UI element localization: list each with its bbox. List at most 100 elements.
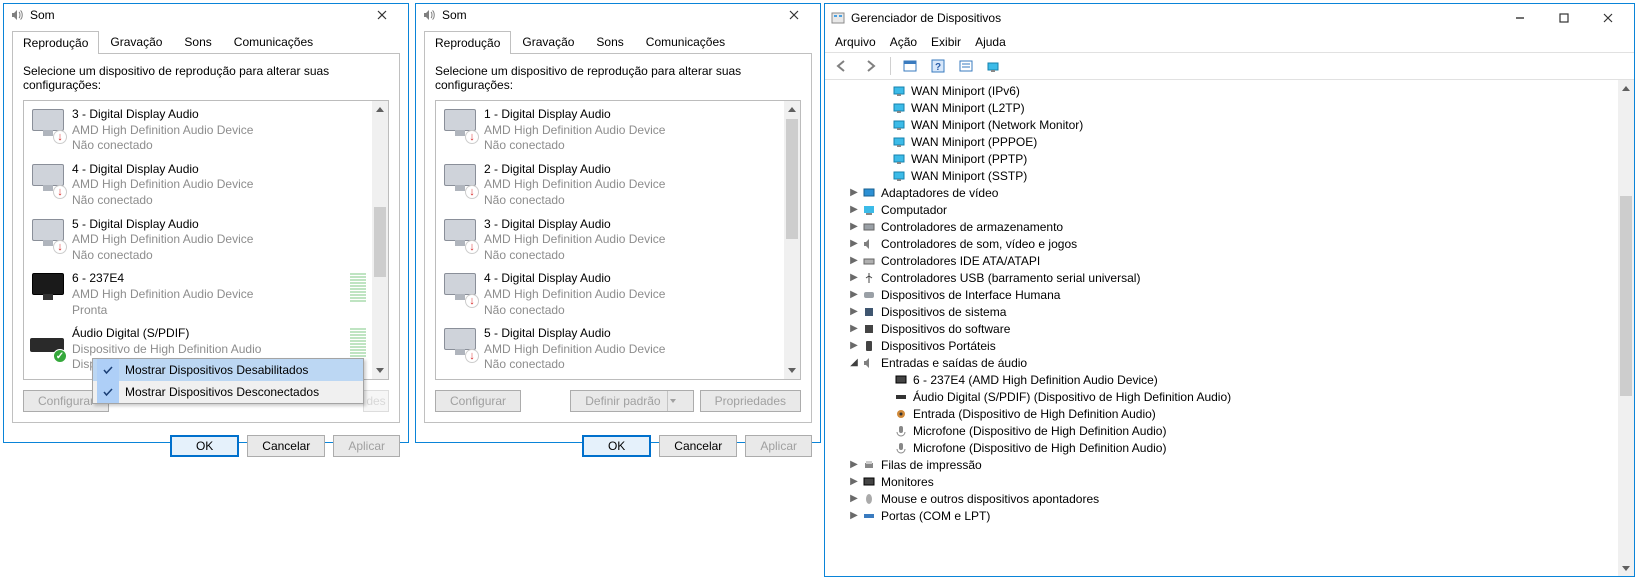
tree-node[interactable]: ▶ Dispositivos Portáteis [831, 337, 1618, 354]
tab-recording[interactable]: Gravação [99, 30, 173, 53]
device-tree[interactable]: WAN Miniport (IPv6) WAN Miniport (L2TP) … [825, 80, 1618, 576]
ok-button[interactable]: OK [170, 435, 239, 457]
caret-right-icon[interactable]: ▶ [847, 493, 861, 504]
caret-right-icon[interactable]: ▶ [847, 323, 861, 334]
tree-node[interactable]: ▶ Controladores de armazenamento [831, 218, 1618, 235]
device-row[interactable]: ↓ 5 - Digital Display Audio AMD High Def… [24, 213, 372, 268]
caret-right-icon[interactable]: ▶ [847, 238, 861, 249]
scrollbar[interactable] [372, 101, 388, 379]
tree-node[interactable]: ▶ Portas (COM e LPT) [831, 507, 1618, 524]
caret-down-icon[interactable]: ◢ [847, 357, 861, 368]
tree-node[interactable]: ▶ Controladores IDE ATA/ATAPI [831, 252, 1618, 269]
device-row[interactable]: ↓ 5 - Digital Display Audio AMD High Def… [436, 322, 784, 377]
tree-node[interactable]: WAN Miniport (IPv6) [831, 82, 1618, 99]
tree-node[interactable]: ▶ Controladores USB (barramento serial u… [831, 269, 1618, 286]
tree-node[interactable]: ▶ Monitores [831, 473, 1618, 490]
caret-right-icon[interactable]: ▶ [847, 289, 861, 300]
tab-sounds[interactable]: Sons [173, 30, 222, 53]
tree-node[interactable]: Microfone (Dispositivo de High Definitio… [831, 439, 1618, 456]
back-button[interactable] [831, 55, 855, 77]
menu-file[interactable]: Arquivo [835, 35, 876, 49]
scroll-up-icon[interactable] [784, 101, 800, 117]
help-button[interactable]: ? [926, 55, 950, 77]
caret-right-icon[interactable]: ▶ [847, 255, 861, 266]
device-row[interactable]: ↓ 3 - Digital Display Audio AMD High Def… [436, 213, 784, 268]
maximize-button[interactable] [1542, 7, 1586, 29]
close-button[interactable] [360, 4, 404, 26]
scroll-up-icon[interactable] [1618, 80, 1634, 96]
menu-show-disabled[interactable]: Mostrar Dispositivos Desabilitados [93, 359, 363, 381]
scrollbar[interactable] [1618, 80, 1634, 576]
set-default-button[interactable]: Definir padrão [570, 390, 693, 412]
tree-node[interactable]: ▶ Dispositivos do software [831, 320, 1618, 337]
device-row[interactable]: ↓ 4 - Digital Display Audio AMD High Def… [24, 158, 372, 213]
ok-button[interactable]: OK [582, 435, 651, 457]
device-row[interactable]: ↓ 4 - Digital Display Audio AMD High Def… [436, 267, 784, 322]
caret-right-icon[interactable]: ▶ [847, 340, 861, 351]
tree-node[interactable]: Entrada (Dispositivo de High Definition … [831, 405, 1618, 422]
tree-node[interactable]: WAN Miniport (Network Monitor) [831, 116, 1618, 133]
titlebar[interactable]: Gerenciador de Dispositivos [825, 4, 1634, 32]
cancel-button[interactable]: Cancelar [247, 435, 325, 457]
tree-node[interactable]: ▶ Filas de impressão [831, 456, 1618, 473]
tree-node[interactable]: ▶ Adaptadores de vídeo [831, 184, 1618, 201]
device-row[interactable]: ↓ 1 - Digital Display Audio AMD High Def… [436, 103, 784, 158]
caret-right-icon[interactable]: ▶ [847, 204, 861, 215]
caret-right-icon[interactable]: ▶ [847, 459, 861, 470]
apply-button[interactable]: Aplicar [333, 435, 400, 457]
scroll-thumb[interactable] [1620, 196, 1632, 396]
scroll-up-icon[interactable] [372, 101, 388, 117]
caret-right-icon[interactable]: ▶ [847, 221, 861, 232]
dropdown-arrow-icon[interactable] [667, 391, 679, 411]
tab-playback[interactable]: Reprodução [424, 31, 511, 54]
caret-right-icon[interactable]: ▶ [847, 510, 861, 521]
minimize-button[interactable] [1498, 7, 1542, 29]
tree-node[interactable]: WAN Miniport (PPTP) [831, 150, 1618, 167]
titlebar[interactable]: Som [4, 4, 408, 26]
tree-node[interactable]: Áudio Digital (S/PDIF) (Dispositivo de H… [831, 388, 1618, 405]
scroll-down-icon[interactable] [784, 363, 800, 379]
device-list[interactable]: ↓ 1 - Digital Display Audio AMD High Def… [435, 100, 801, 380]
scan-hardware-button[interactable] [982, 55, 1006, 77]
close-button[interactable] [1586, 7, 1630, 29]
scroll-down-icon[interactable] [1618, 560, 1634, 576]
forward-button[interactable] [859, 55, 883, 77]
menu-view[interactable]: Exibir [931, 35, 961, 49]
caret-right-icon[interactable]: ▶ [847, 272, 861, 283]
tree-node[interactable]: ◢ Entradas e saídas de áudio [831, 354, 1618, 371]
device-list[interactable]: ↓ 3 - Digital Display Audio AMD High Def… [23, 100, 389, 380]
device-row[interactable]: ↓ 3 - Digital Display Audio AMD High Def… [24, 103, 372, 158]
properties-button-partial[interactable]: des [363, 390, 389, 412]
close-button[interactable] [772, 4, 816, 26]
tree-node[interactable]: ▶ Computador [831, 201, 1618, 218]
menu-action[interactable]: Ação [890, 35, 917, 49]
scroll-down-icon[interactable] [372, 363, 388, 379]
cancel-button[interactable]: Cancelar [659, 435, 737, 457]
tab-communications[interactable]: Comunicações [223, 30, 324, 53]
apply-button[interactable]: Aplicar [745, 435, 812, 457]
tab-communications[interactable]: Comunicações [635, 30, 736, 53]
caret-right-icon[interactable]: ▶ [847, 306, 861, 317]
properties-button[interactable]: Propriedades [700, 390, 801, 412]
menu-help[interactable]: Ajuda [975, 35, 1006, 49]
scroll-thumb[interactable] [374, 207, 386, 277]
tree-node[interactable]: ▶ Controladores de som, vídeo e jogos [831, 235, 1618, 252]
caret-right-icon[interactable]: ▶ [847, 476, 861, 487]
tree-node[interactable]: WAN Miniport (SSTP) [831, 167, 1618, 184]
tree-node[interactable]: ▶ Mouse e outros dispositivos apontadore… [831, 490, 1618, 507]
scrollbar[interactable] [784, 101, 800, 379]
properties-button[interactable] [954, 55, 978, 77]
caret-right-icon[interactable]: ▶ [847, 187, 861, 198]
device-row[interactable]: 6 - 237E4 AMD High Definition Audio Devi… [24, 267, 372, 322]
tree-node[interactable]: ▶ Dispositivos de Interface Humana [831, 286, 1618, 303]
show-hidden-button[interactable] [898, 55, 922, 77]
device-row[interactable]: ↓ 2 - Digital Display Audio AMD High Def… [436, 158, 784, 213]
tab-playback[interactable]: Reprodução [12, 31, 99, 54]
menu-show-disconnected[interactable]: Mostrar Dispositivos Desconectados [93, 381, 363, 403]
tab-recording[interactable]: Gravação [511, 30, 585, 53]
scroll-thumb[interactable] [786, 119, 798, 239]
configure-button[interactable]: Configurar [435, 390, 521, 412]
titlebar[interactable]: Som [416, 4, 820, 26]
tree-node[interactable]: ▶ Dispositivos de sistema [831, 303, 1618, 320]
tree-node[interactable]: WAN Miniport (L2TP) [831, 99, 1618, 116]
